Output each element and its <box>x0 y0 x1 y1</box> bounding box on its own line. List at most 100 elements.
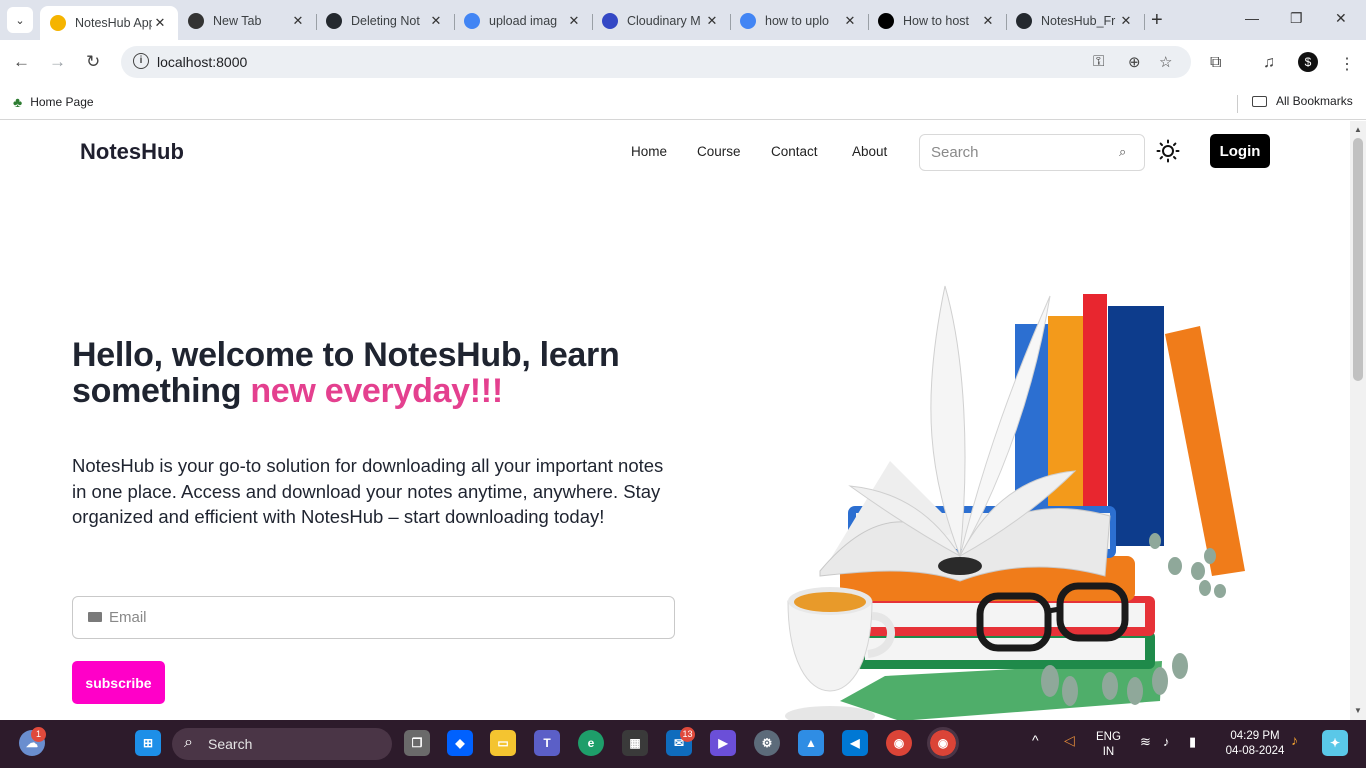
browser-tab[interactable]: upload imag ✕ <box>454 6 593 36</box>
password-key-icon[interactable]: ⚿ <box>1093 53 1104 70</box>
tray-chevron-icon[interactable]: ^ <box>1032 733 1039 748</box>
address-bar[interactable]: i localhost:8000 ⚿ ⊕ ☆ <box>121 46 1191 78</box>
start-icon[interactable]: ⊞ <box>135 730 161 756</box>
clock[interactable]: 04:29 PM 04-08-2024 <box>1222 729 1288 759</box>
browser-tab[interactable]: New Tab ✕ <box>178 6 317 36</box>
tray-app-icon[interactable]: ◁ <box>1064 733 1075 748</box>
media-controls-icon[interactable]: ♫ <box>1263 54 1275 72</box>
subscribe-button[interactable]: subscribe <box>72 661 165 704</box>
hero-title-accent: new everyday!!! <box>250 372 503 410</box>
tab-title: Cloudinary M <box>627 14 701 28</box>
tree-icon: ♣ <box>13 94 23 110</box>
reload-icon[interactable]: ↻ <box>86 52 100 72</box>
page-scrollbar[interactable]: ▲ ▼ <box>1350 121 1366 720</box>
chrome-profile-icon[interactable]: ◉ <box>886 730 912 756</box>
browser-menu-icon[interactable]: ⋮ <box>1339 54 1355 74</box>
theme-toggle-sun-icon[interactable] <box>1156 139 1180 163</box>
new-tab-button[interactable]: + <box>1151 9 1163 32</box>
profile-avatar[interactable]: $ <box>1298 52 1318 72</box>
tab-close-icon[interactable]: ✕ <box>152 15 168 31</box>
tab-favicon-icon <box>326 13 342 29</box>
tab-close-icon[interactable]: ✕ <box>980 13 996 29</box>
vscode-icon[interactable]: ◀ <box>842 730 868 756</box>
nav-about[interactable]: About <box>852 144 887 159</box>
windows-taskbar: ☁ 1 ⊞ ⌕ Search ❐ ◆ ▭ T e ▦ ✉ 13 ▶ ⚙ ▲ ◀ … <box>0 720 1366 768</box>
mail-badge: 13 <box>680 727 695 742</box>
site-logo[interactable]: NotesHub <box>80 139 184 165</box>
tab-close-icon[interactable]: ✕ <box>1118 13 1134 29</box>
scroll-up-icon[interactable]: ▲ <box>1354 125 1362 134</box>
tab-favicon-icon <box>464 13 480 29</box>
browser-tab[interactable]: NotesHub App ✕ <box>40 6 178 40</box>
weather-badge: 1 <box>31 727 46 742</box>
email-field[interactable] <box>109 597 659 638</box>
nav-course[interactable]: Course <box>697 144 741 159</box>
tab-favicon-icon <box>50 15 66 31</box>
tab-close-icon[interactable]: ✕ <box>428 13 444 29</box>
tab-title: upload imag <box>489 14 558 28</box>
browser-tab[interactable]: how to uplo ✕ <box>730 6 869 36</box>
hero-title: Hello, welcome to NotesHub, learn someth… <box>72 337 672 409</box>
clipchamp-icon[interactable]: ▶ <box>710 730 736 756</box>
browser-tab[interactable]: Cloudinary M ✕ <box>592 6 731 36</box>
forward-icon[interactable]: → <box>49 52 66 72</box>
tab-favicon-icon <box>1016 13 1032 29</box>
tab-favicon-icon <box>602 13 618 29</box>
region-code: IN <box>1102 746 1115 758</box>
volume-icon[interactable]: ♪ <box>1163 734 1170 749</box>
email-field-wrapper <box>72 596 675 639</box>
tab-strip: NotesHub App ✕ New Tab ✕ Deleting Not ✕ upload… <box>40 6 1145 40</box>
language-indicator[interactable]: ENG IN <box>1096 730 1121 760</box>
site-info-icon[interactable]: i <box>133 53 149 69</box>
file-explorer-icon[interactable]: ▭ <box>490 730 516 756</box>
teams-icon[interactable]: T <box>534 730 560 756</box>
photos-icon[interactable]: ▲ <box>798 730 824 756</box>
tab-close-icon[interactable]: ✕ <box>290 13 306 29</box>
browser-tab-bar: ⌄ NotesHub App ✕ New Tab ✕ Deleting Not ✕ uplo… <box>0 0 1366 40</box>
chrome-icon[interactable]: ◉ <box>927 727 959 759</box>
browser-tab[interactable]: How to host ✕ <box>868 6 1007 36</box>
notification-bell-icon[interactable]: ♪ <box>1291 733 1298 748</box>
tab-close-icon[interactable]: ✕ <box>566 13 582 29</box>
nav-contact[interactable]: Contact <box>771 144 818 159</box>
bookmark-label: Home Page <box>30 95 94 109</box>
edge-icon[interactable]: e <box>578 730 604 756</box>
taskbar-search[interactable]: ⌕ Search <box>172 728 392 760</box>
all-bookmarks-button[interactable]: All Bookmarks <box>1252 94 1353 108</box>
language-code: ENG <box>1096 731 1121 743</box>
all-bookmarks-label: All Bookmarks <box>1276 94 1353 108</box>
scrollbar-thumb[interactable] <box>1353 138 1363 381</box>
tab-title: NotesHub_Fr <box>1041 14 1116 28</box>
tab-close-icon[interactable]: ✕ <box>704 13 720 29</box>
extensions-icon[interactable]: ⧉ <box>1210 54 1221 72</box>
search-icon[interactable]: ⌕ <box>1119 144 1126 160</box>
tab-close-icon[interactable]: ✕ <box>842 13 858 29</box>
folder-icon <box>1252 95 1267 107</box>
dropbox-icon[interactable]: ◆ <box>447 730 473 756</box>
store-icon[interactable]: ▦ <box>622 730 648 756</box>
copilot-icon[interactable]: ✦ <box>1322 730 1348 756</box>
clock-date: 04-08-2024 <box>1225 745 1285 757</box>
clock-time: 04:29 PM <box>1230 730 1280 742</box>
bookmark-star-icon[interactable]: ☆ <box>1159 53 1172 71</box>
tab-search-button[interactable]: ⌄ <box>7 7 33 33</box>
scroll-down-icon[interactable]: ▼ <box>1354 706 1362 715</box>
back-icon[interactable]: ← <box>13 52 30 72</box>
address-url[interactable]: localhost:8000 <box>157 54 247 70</box>
search-input[interactable] <box>919 134 1145 171</box>
zoom-icon[interactable]: ⊕ <box>1128 53 1141 71</box>
battery-icon[interactable]: ▮ <box>1189 734 1196 749</box>
settings-icon[interactable]: ⚙ <box>754 730 780 756</box>
window-close-icon[interactable]: ✕ <box>1335 10 1347 27</box>
login-button[interactable]: Login <box>1210 134 1270 168</box>
nav-home[interactable]: Home <box>631 144 667 159</box>
wifi-icon[interactable]: ≋ <box>1140 734 1151 749</box>
browser-tab[interactable]: NotesHub_Fr ✕ <box>1006 6 1145 36</box>
task-view-icon[interactable]: ❐ <box>404 730 430 756</box>
browser-tab[interactable]: Deleting Not ✕ <box>316 6 455 36</box>
tab-separator <box>1144 14 1145 30</box>
bookmark-home-page[interactable]: ♣ Home Page <box>13 94 94 110</box>
minimize-icon[interactable]: — <box>1245 10 1259 26</box>
tab-title: Deleting Not <box>351 14 420 28</box>
restore-icon[interactable]: ❐ <box>1290 10 1303 27</box>
